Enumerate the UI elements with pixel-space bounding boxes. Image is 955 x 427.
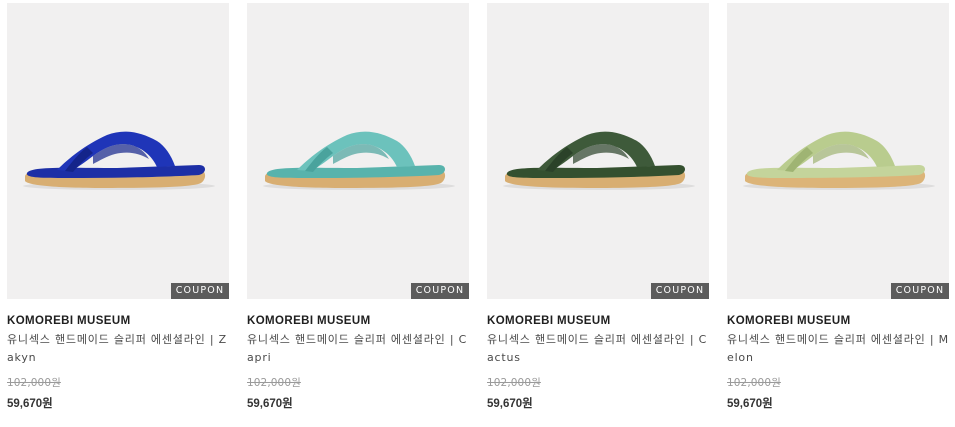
product-title[interactable]: 유니섹스 핸드메이드 슬리퍼 에센셜라인 | Cactus [487, 331, 709, 367]
product-image[interactable]: COUPON [247, 3, 469, 299]
product-card[interactable]: COUPON KOMOREBI MUSEUM 유니섹스 핸드메이드 슬리퍼 에센… [247, 3, 469, 411]
product-title[interactable]: 유니섹스 핸드메이드 슬리퍼 에센셜라인 | Capri [247, 331, 469, 367]
coupon-badge: COUPON [891, 283, 949, 299]
sale-price: 59,670원 [487, 398, 533, 410]
original-price: 102,000원 [7, 377, 61, 389]
product-card[interactable]: COUPON KOMOREBI MUSEUM 유니섹스 핸드메이드 슬리퍼 에센… [7, 3, 229, 411]
coupon-badge: COUPON [171, 283, 229, 299]
sandal-footbed [506, 165, 685, 178]
product-grid: COUPON KOMOREBI MUSEUM 유니섹스 핸드메이드 슬리퍼 에센… [0, 0, 955, 427]
sale-price: 59,670원 [7, 398, 53, 410]
brand-name[interactable]: KOMOREBI MUSEUM [727, 315, 949, 327]
product-image[interactable]: COUPON [727, 3, 949, 299]
sale-price: 59,670원 [727, 398, 773, 410]
sandal-image [263, 131, 455, 190]
brand-name[interactable]: KOMOREBI MUSEUM [7, 315, 229, 327]
product-title[interactable]: 유니섹스 핸드메이드 슬리퍼 에센셜라인 | Melon [727, 331, 949, 367]
sandal-image [743, 131, 935, 190]
product-image[interactable]: COUPON [7, 3, 229, 299]
sandal-footbed [26, 165, 205, 178]
original-price: 102,000원 [247, 377, 301, 389]
product-card[interactable]: COUPON KOMOREBI MUSEUM 유니섹스 핸드메이드 슬리퍼 에센… [727, 3, 949, 411]
sandal-image [503, 131, 695, 190]
product-card[interactable]: COUPON KOMOREBI MUSEUM 유니섹스 핸드메이드 슬리퍼 에센… [487, 3, 709, 411]
product-image[interactable]: COUPON [487, 3, 709, 299]
coupon-badge: COUPON [411, 283, 469, 299]
sale-price: 59,670원 [247, 398, 293, 410]
coupon-badge: COUPON [651, 283, 709, 299]
brand-name[interactable]: KOMOREBI MUSEUM [487, 315, 709, 327]
sandal-footbed [266, 165, 445, 178]
brand-name[interactable]: KOMOREBI MUSEUM [247, 315, 469, 327]
sandal-footbed [746, 165, 925, 178]
sandal-image [23, 131, 215, 190]
original-price: 102,000원 [727, 377, 781, 389]
product-title[interactable]: 유니섹스 핸드메이드 슬리퍼 에센셜라인 | Zakyn [7, 331, 229, 367]
original-price: 102,000원 [487, 377, 541, 389]
